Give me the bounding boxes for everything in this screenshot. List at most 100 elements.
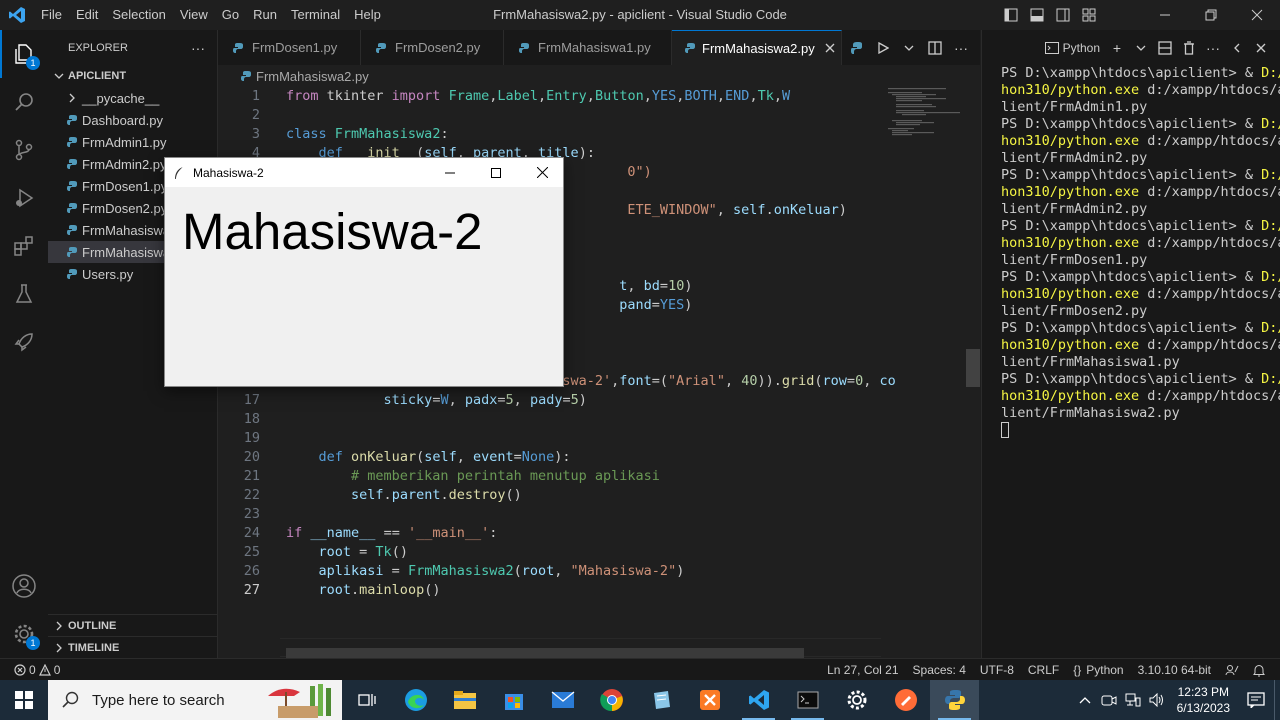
notifications-bell-icon[interactable] (1246, 659, 1272, 681)
encoding[interactable]: UTF-8 (973, 659, 1021, 681)
close-panel-icon[interactable] (1250, 37, 1272, 59)
terminal-dropdown-chevron-icon[interactable] (1130, 37, 1152, 59)
split-editor-icon[interactable] (922, 30, 948, 65)
workspace-root[interactable]: APICLIENT (48, 65, 217, 87)
vscode-taskbar-icon[interactable] (734, 680, 783, 720)
menu-help[interactable]: Help (347, 0, 388, 30)
toggle-primary-sidebar-icon[interactable] (998, 0, 1024, 30)
file-item[interactable]: Dashboard.py (48, 109, 217, 131)
split-terminal-icon[interactable] (1154, 37, 1176, 59)
line-number: 1 (251, 88, 260, 104)
more-actions-icon[interactable]: ··· (948, 30, 974, 65)
postman-icon[interactable] (881, 680, 930, 720)
taskbar-search-box[interactable]: Type here to search (48, 680, 342, 720)
more-tab-python-icon[interactable] (844, 30, 870, 65)
feedback-icon[interactable] (1218, 659, 1246, 681)
run-dropdown-chevron-icon[interactable] (896, 30, 922, 65)
testing-icon[interactable] (0, 270, 48, 318)
breadcrumb-file[interactable]: FrmMahasiswa2.py (256, 69, 369, 84)
outline-section[interactable]: OUTLINE (48, 614, 217, 636)
microsoft-store-icon[interactable] (489, 680, 538, 720)
close-window-icon[interactable] (1234, 0, 1280, 30)
terminal-output[interactable]: PS D:\xampp\htdocs\apiclient> & D:/Pyt ho… (1001, 65, 1280, 439)
restore-icon[interactable] (1188, 0, 1234, 30)
terminal-line: hon310/python.exe d:/xampp/htdocs/apic (1001, 337, 1280, 354)
breadcrumb[interactable]: FrmMahasiswa2.py (218, 65, 980, 87)
search-icon[interactable] (0, 78, 48, 126)
mail-icon[interactable] (538, 680, 587, 720)
terminal-more-actions-icon[interactable]: ··· (1202, 37, 1224, 59)
show-desktop-button[interactable] (1274, 680, 1280, 720)
manage-gear-icon[interactable]: 1 (0, 610, 48, 658)
editor-tab[interactable]: FrmDosen1.py (218, 30, 361, 65)
source-control-icon[interactable] (0, 126, 48, 174)
terminal-shell-selector[interactable]: Python (1041, 41, 1104, 55)
extensions-icon[interactable] (0, 222, 48, 270)
python-interpreter[interactable]: 3.10.10 64-bit (1131, 659, 1218, 681)
edge-browser-icon[interactable] (391, 680, 440, 720)
account-icon[interactable] (0, 562, 48, 610)
toggle-panel-icon[interactable] (1024, 0, 1050, 30)
menu-run[interactable]: Run (246, 0, 284, 30)
terminal-taskbar-icon[interactable] (783, 680, 832, 720)
menu-view[interactable]: View (173, 0, 215, 30)
action-center-icon[interactable] (1238, 680, 1274, 720)
run-debug-icon[interactable] (0, 174, 48, 222)
run-python-file-icon[interactable] (870, 30, 896, 65)
xampp-icon[interactable] (685, 680, 734, 720)
clock-time: 12:23 PM (1177, 685, 1229, 699)
vertical-scrollbar-thumb[interactable] (966, 349, 980, 387)
end-of-line[interactable]: CRLF (1021, 659, 1066, 681)
terminal-text: D:/Pyt (1261, 371, 1280, 387)
problems-indicator[interactable]: 0 0 (0, 659, 67, 681)
tk-close-icon[interactable] (519, 158, 565, 187)
customize-layout-icon[interactable] (1076, 0, 1102, 30)
previous-chevron-left-icon[interactable] (1226, 37, 1248, 59)
windows-start-icon[interactable] (0, 680, 48, 720)
task-view-icon[interactable] (342, 680, 391, 720)
language-mode[interactable]: {} Python (1066, 659, 1130, 681)
file-item[interactable]: FrmAdmin1.py (48, 131, 217, 153)
editor-tab[interactable]: FrmMahasiswa1.py (504, 30, 672, 65)
python-tk-taskbar-icon[interactable] (930, 680, 979, 720)
chrome-icon[interactable] (587, 680, 636, 720)
taskbar-clock[interactable]: 12:23 PM 6/13/2023 (1169, 684, 1238, 716)
timeline-section[interactable]: TIMELINE (48, 636, 217, 658)
indentation[interactable]: Spaces: 4 (906, 659, 973, 681)
folder-item[interactable]: __pycache__ (48, 87, 217, 109)
horizontal-scrollbar[interactable] (286, 648, 804, 658)
menu-edit[interactable]: Edit (69, 0, 105, 30)
kill-terminal-trash-icon[interactable] (1178, 37, 1200, 59)
file-explorer-icon[interactable] (440, 680, 489, 720)
network-icon[interactable] (1121, 680, 1145, 720)
remote-explorer-icon[interactable] (0, 318, 48, 366)
volume-icon[interactable] (1145, 680, 1169, 720)
close-tab-icon[interactable] (825, 41, 835, 56)
code-line: 26 aplikasi = FrmMahasiswa2(root, "Mahas… (218, 562, 881, 581)
terminal-line: PS D:\xampp\htdocs\apiclient> & D:/Pyt (1001, 269, 1280, 286)
editor-tab[interactable]: FrmMahasiswa2.py (672, 30, 842, 65)
show-hidden-icons-chevron-up-icon[interactable] (1073, 680, 1097, 720)
new-terminal-plus-icon[interactable]: + (1106, 37, 1128, 59)
tk-title-bar[interactable]: Mahasiswa-2 (165, 158, 563, 187)
explorer-more-actions[interactable]: ··· (191, 40, 205, 56)
toggle-secondary-sidebar-icon[interactable] (1050, 0, 1076, 30)
menu-terminal[interactable]: Terminal (284, 0, 347, 30)
tk-maximize-icon[interactable] (473, 158, 519, 187)
editor-tab[interactable]: FrmDosen2.py (361, 30, 504, 65)
minimize-icon[interactable] (1142, 0, 1188, 30)
line-number: 2 (251, 107, 260, 123)
notepad-icon[interactable] (636, 680, 685, 720)
minimap[interactable] (886, 87, 966, 167)
meet-now-icon[interactable] (1097, 680, 1121, 720)
menu-go[interactable]: Go (215, 0, 246, 30)
vertical-scrollbar[interactable] (966, 87, 980, 647)
settings-gear-icon[interactable] (832, 680, 881, 720)
menu-selection[interactable]: Selection (105, 0, 172, 30)
terminal-text: lient/FrmDosen2.py (1001, 303, 1148, 319)
menu-file[interactable]: File (34, 0, 69, 30)
tk-minimize-icon[interactable] (427, 158, 473, 187)
python-file-icon (238, 68, 254, 84)
cursor-position[interactable]: Ln 27, Col 21 (820, 659, 905, 681)
explorer-icon[interactable]: 1 (0, 30, 48, 78)
